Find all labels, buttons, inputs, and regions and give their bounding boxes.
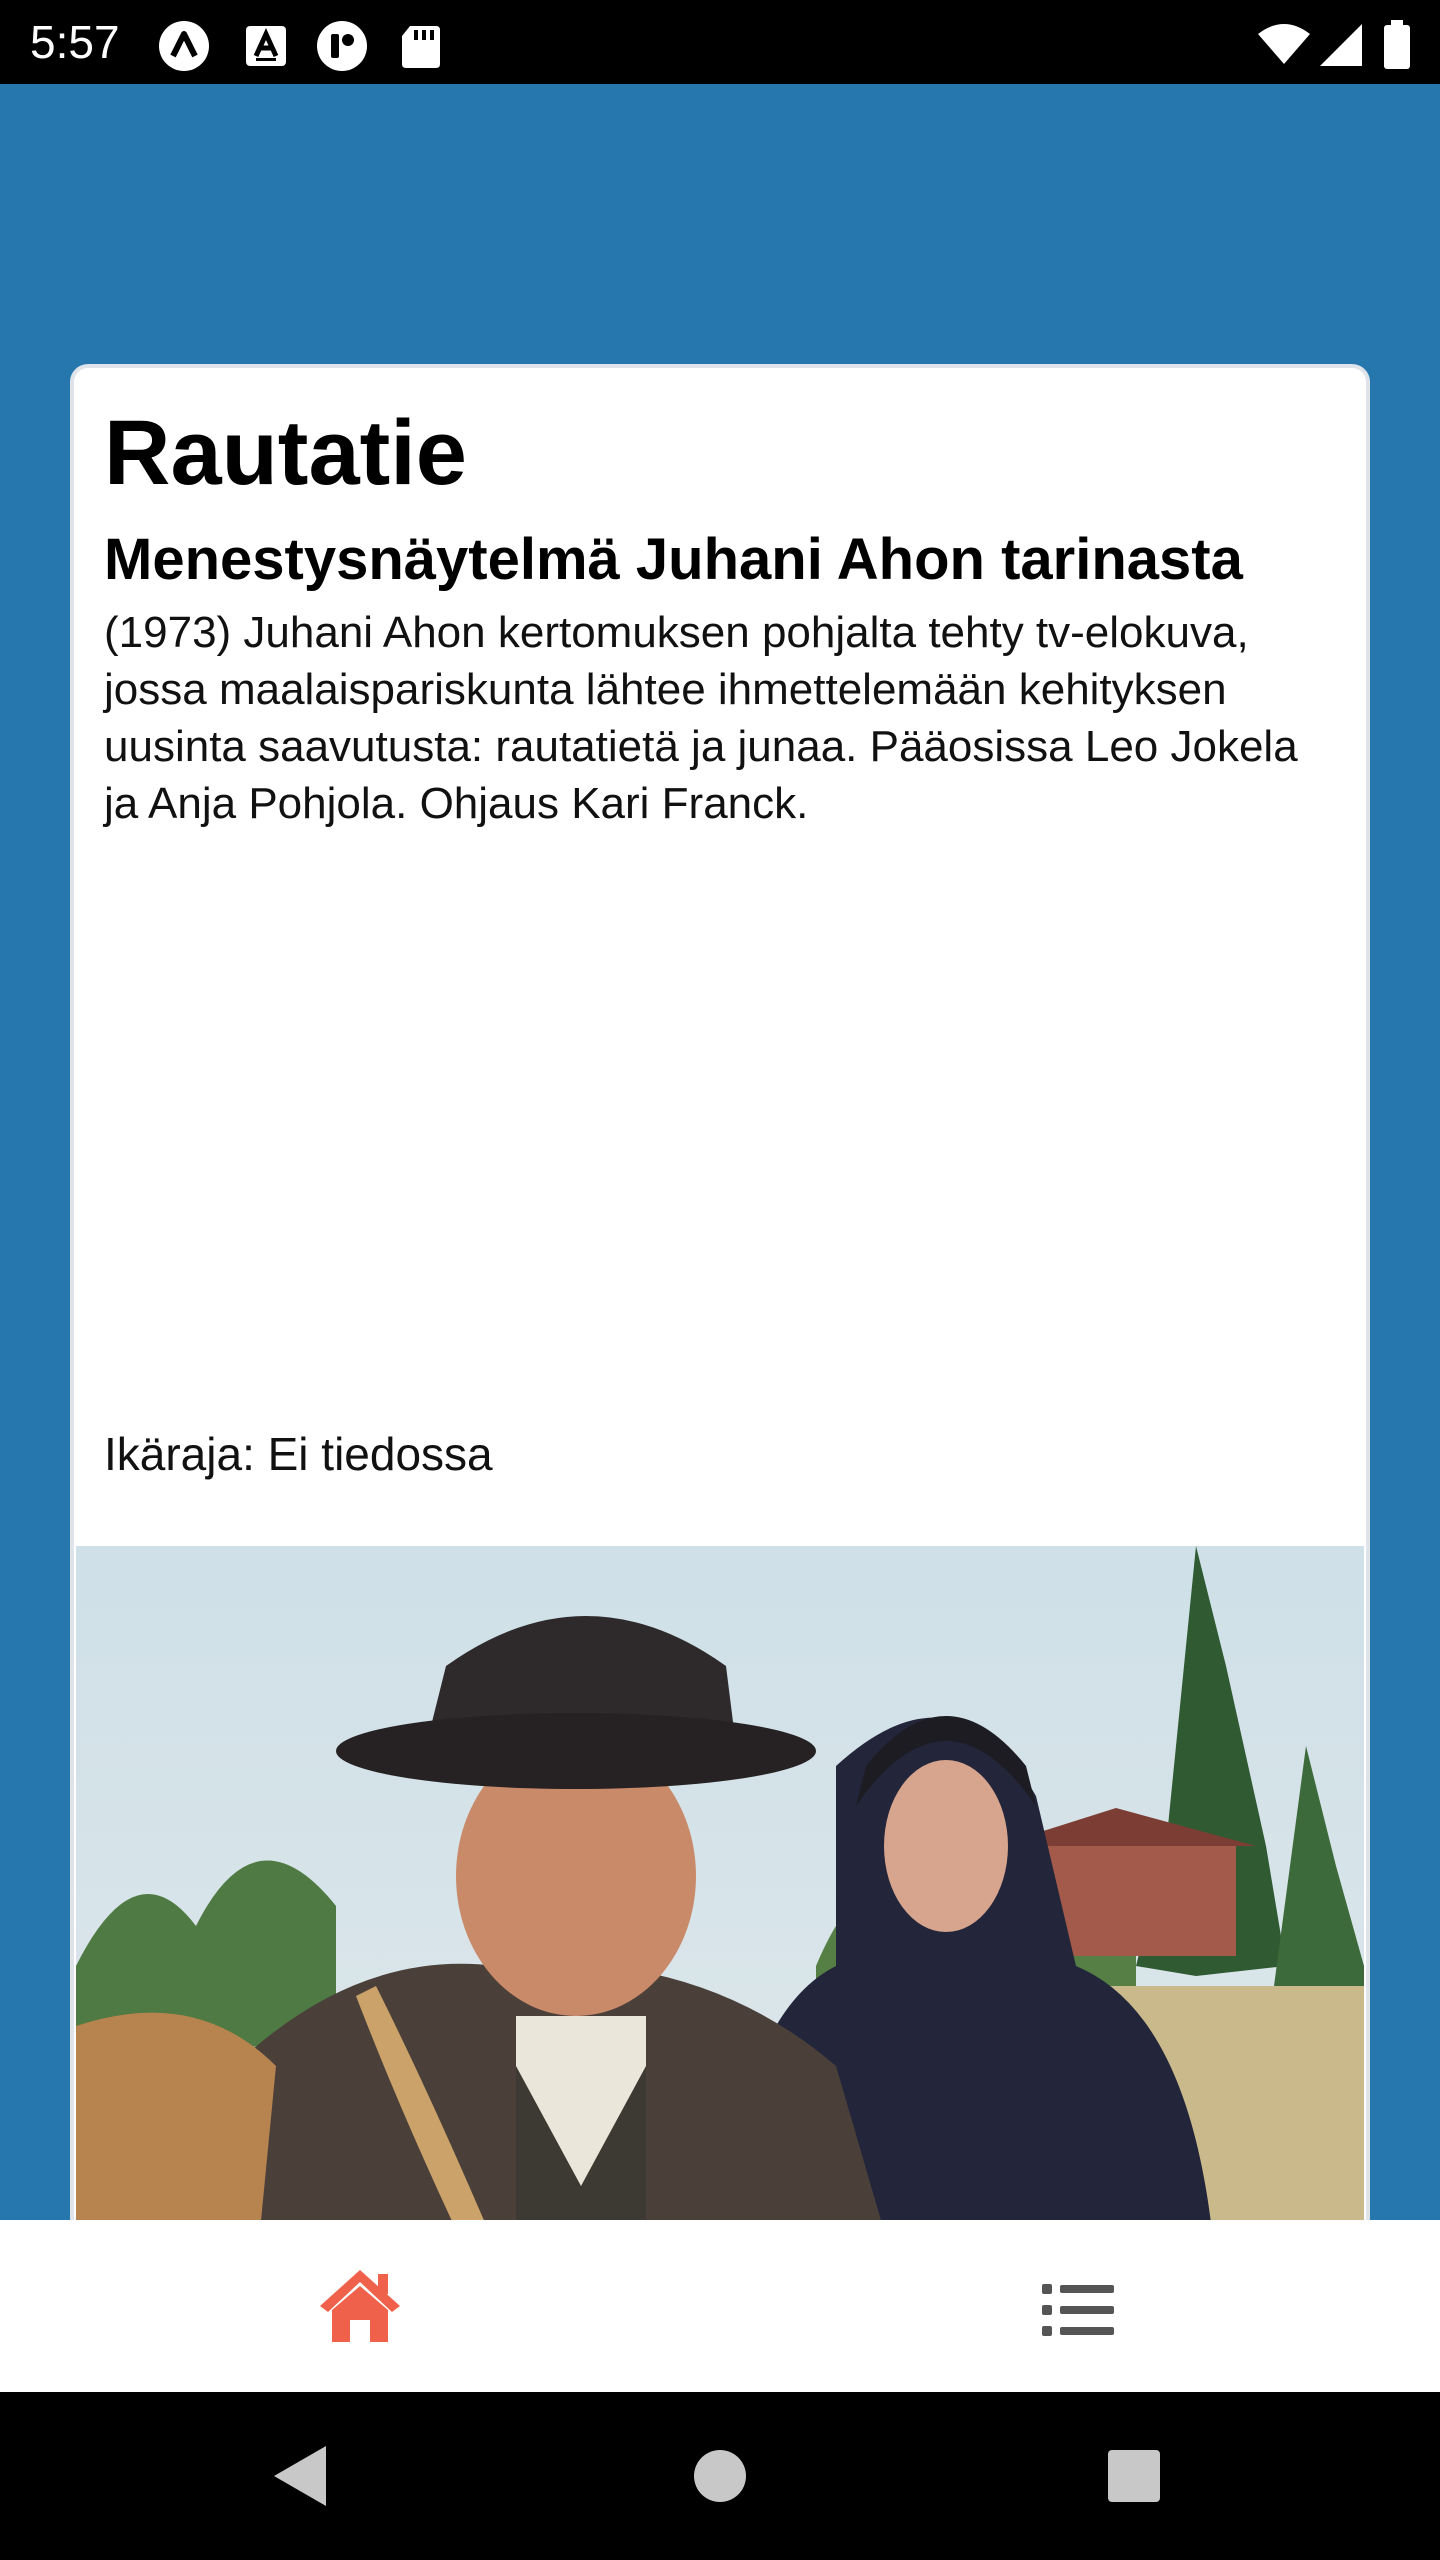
home-circle-icon (694, 2450, 746, 2502)
back-icon (274, 2446, 326, 2506)
recents-icon (1108, 2450, 1160, 2502)
app-screen: Rautatie Menestysnäytelmä Juhani Ahon ta… (0, 84, 1440, 2278)
bottom-tab-bar (0, 2220, 1440, 2392)
program-subtitle: Menestysnäytelmä Juhani Ahon tarinasta (104, 527, 1243, 592)
age-rating: Ikäraja: Ei tiedossa (104, 1428, 493, 1480)
tab-home[interactable] (0, 2220, 720, 2392)
cell-signal-icon (1316, 20, 1368, 72)
sync-badge-icon (316, 20, 368, 72)
back-button[interactable] (256, 2432, 344, 2520)
recents-button[interactable] (1090, 2432, 1178, 2520)
program-description: (1973) Juhani Ahon kertomuksen pohjalta … (104, 608, 1298, 828)
battery-icon (1382, 20, 1412, 72)
sd-card-icon (396, 20, 448, 72)
program-title: Rautatie (104, 402, 467, 504)
wifi-icon (1256, 20, 1312, 72)
status-bar: 5:57 (0, 0, 1440, 84)
a-font-icon (240, 20, 292, 72)
status-time: 5:57 (30, 16, 120, 68)
home-button[interactable] (676, 2432, 764, 2520)
home-icon (320, 2270, 400, 2342)
program-image (76, 1546, 1364, 2272)
expo-icon (158, 20, 210, 72)
tab-list[interactable] (720, 2220, 1440, 2392)
list-icon (1042, 2284, 1114, 2336)
system-nav-bar (0, 2392, 1440, 2560)
program-card[interactable]: Rautatie Menestysnäytelmä Juhani Ahon ta… (70, 364, 1370, 2278)
